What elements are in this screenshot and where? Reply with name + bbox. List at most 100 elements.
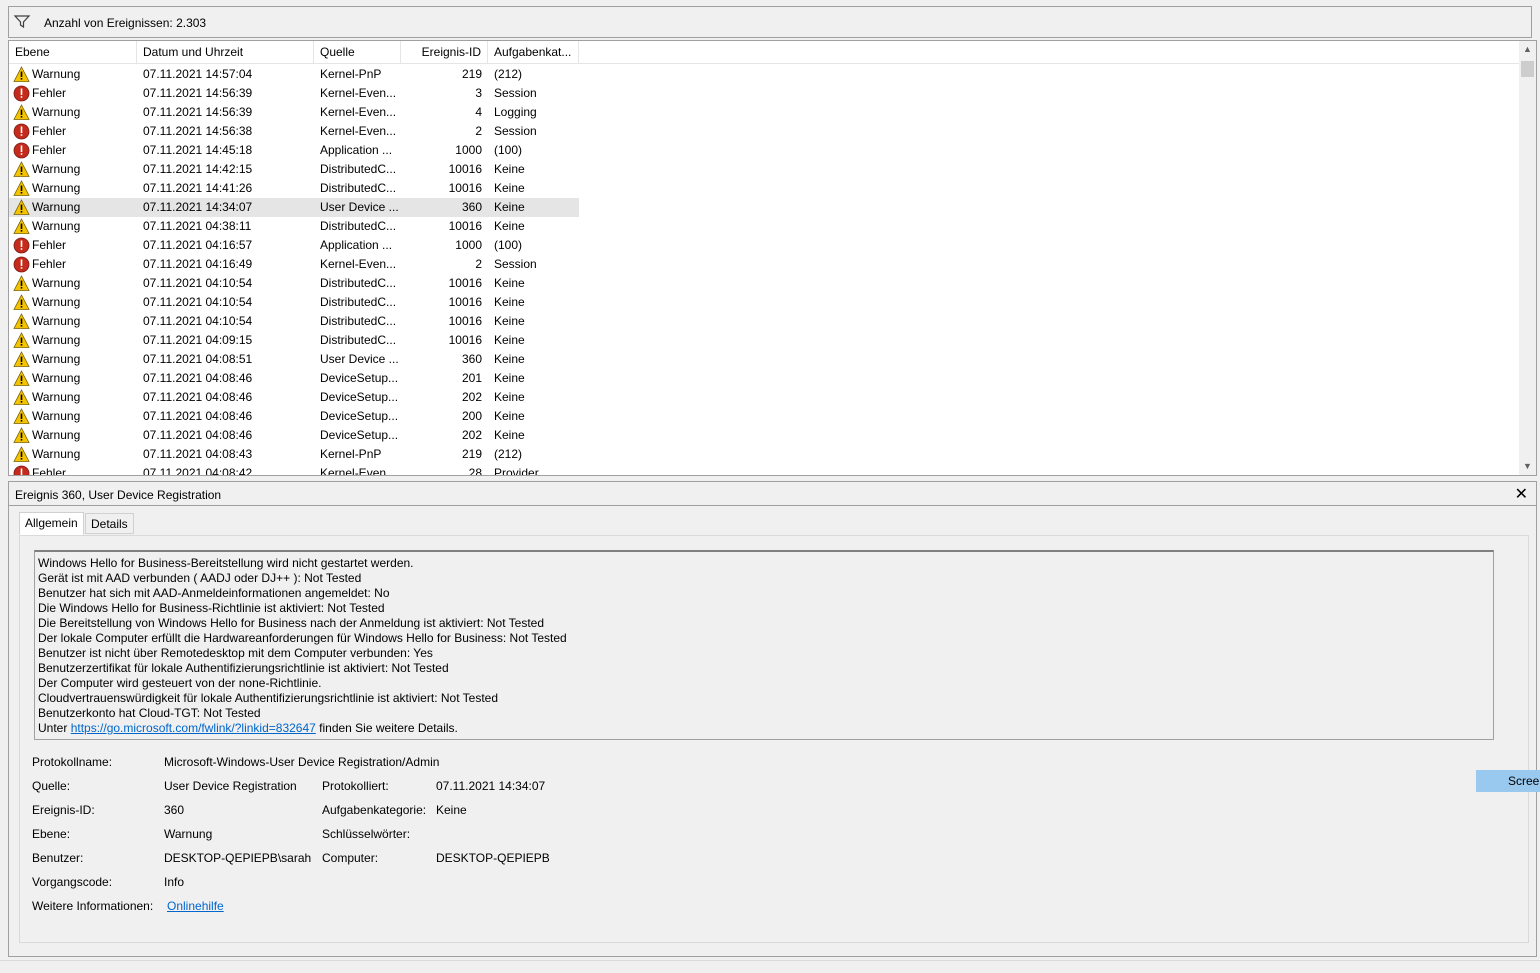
message-line: Cloudvertrauenswürdigkeit für lokale Aut… [38,691,499,705]
log-name-value: Microsoft-Windows-User Device Registrati… [164,755,440,769]
event-id: 360 [461,352,482,366]
detail-title: Ereignis 360, User Device Registration [15,488,222,502]
warning-icon [13,408,30,425]
message-line: Windows Hello for Business-Bereitstellun… [38,556,414,570]
error-icon [13,85,30,102]
event-id: 219 [461,67,482,81]
event-id: 360 [461,200,482,214]
event-task-category: Keine [494,371,525,385]
event-row[interactable]: Warnung 07.11.2021 04:08:46 DeviceSetup...… [9,426,579,445]
event-task-category: Keine [494,181,525,195]
filter-icon[interactable] [13,13,31,31]
error-icon [13,123,30,140]
event-row[interactable]: Warnung 07.11.2021 04:09:15 DistributedC..… [9,331,579,350]
warning-icon [13,180,30,197]
event-source: Application ... [320,143,393,157]
event-date: 07.11.2021 04:10:54 [143,295,253,309]
column-header: Ebene Datum und Uhrzeit Quelle Ereignis-… [9,41,1519,64]
event-row[interactable]: Warnung 07.11.2021 04:08:46 DeviceSetup...… [9,369,579,388]
event-date: 07.11.2021 14:56:39 [143,86,253,100]
event-source: DistributedC... [320,276,397,290]
event-date: 07.11.2021 04:08:51 [143,352,253,366]
event-task-category: Keine [494,314,525,328]
event-task-category: Session [494,257,537,271]
event-task-category: Keine [494,295,525,309]
event-task-category: Keine [494,333,525,347]
event-message[interactable]: Windows Hello for Business-Bereitstellun… [34,550,1494,740]
details-link[interactable]: https://go.microsoft.com/fwlink/?linkid=… [71,721,316,735]
event-source: Kernel-Even... [320,86,397,100]
event-level: Warnung [32,371,81,385]
event-row[interactable]: Warnung 07.11.2021 04:08:46 DeviceSetup...… [9,388,579,407]
opcode-label: Vorgangscode: [32,875,113,889]
event-row[interactable]: Warnung 07.11.2021 14:57:04 Kernel-PnP 219 (… [9,65,579,84]
event-id: 10016 [448,314,482,328]
event-row[interactable]: Warnung 07.11.2021 04:08:43 Kernel-PnP 219 (… [9,445,579,464]
event-row[interactable]: Fehler 07.11.2021 14:45:18 Application ...… [9,141,579,160]
event-source: DistributedC... [320,181,397,195]
event-task-category: Session [494,86,537,100]
column-task-category[interactable]: Aufgabenkat... [488,41,579,63]
opcode-value: Info [164,875,185,889]
event-row[interactable]: Fehler 07.11.2021 14:56:38 Kernel-Even... 2… [9,122,579,141]
online-help-link[interactable]: Onlinehilfe [167,899,224,913]
column-event-id[interactable]: Ereignis-ID [401,41,488,63]
event-id: 1000 [455,238,482,252]
event-id: 10016 [448,295,482,309]
tab-details[interactable]: Details [85,513,134,534]
event-row[interactable]: Warnung 07.11.2021 14:34:07 User Device ..… [9,198,579,217]
event-id: 10016 [448,181,482,195]
event-row[interactable]: Warnung 07.11.2021 14:42:15 DistributedC..… [9,160,579,179]
event-level: Warnung [32,276,81,290]
list-scrollbar[interactable]: ▲ ▼ [1519,41,1536,475]
general-tab-content: Windows Hello for Business-Bereitstellun… [19,535,1529,943]
source-value: User Device Registration [164,779,297,793]
event-source: User Device ... [320,200,399,214]
keywords-label: Schlüsselwörter: [322,827,411,841]
event-id: 200 [461,409,482,423]
event-source: Kernel-Even... [320,466,397,476]
event-count: Anzahl von Ereignissen: 2.303 [44,16,207,30]
event-task-category: Provider [494,466,539,476]
scrollbar-thumb[interactable] [1521,61,1534,77]
source-label: Quelle: [32,779,71,793]
event-row[interactable]: Warnung 07.11.2021 04:08:46 DeviceSetup...… [9,407,579,426]
event-task-category: Session [494,124,537,138]
event-level: Warnung [32,428,81,442]
scroll-down-icon[interactable]: ▼ [1519,458,1536,475]
event-source: Kernel-PnP [320,67,382,81]
event-task-category: Keine [494,390,525,404]
event-row[interactable]: Warnung 07.11.2021 14:41:26 DistributedC..… [9,179,579,198]
event-row[interactable]: Warnung 07.11.2021 04:10:54 DistributedC..… [9,274,579,293]
column-level[interactable]: Ebene [9,41,137,63]
event-id: 10016 [448,276,482,290]
tab-general[interactable]: Allgemein [19,512,84,535]
event-row[interactable]: Warnung 07.11.2021 04:10:54 DistributedC..… [9,293,579,312]
event-date: 07.11.2021 14:42:15 [143,162,253,176]
column-source[interactable]: Quelle [314,41,401,63]
user-value: DESKTOP-QEPIEPB\sarah [164,851,312,865]
event-row[interactable]: Warnung 07.11.2021 04:10:54 DistributedC..… [9,312,579,331]
close-icon[interactable]: ✕ [1515,484,1528,504]
event-row[interactable]: Fehler 07.11.2021 04:16:57 Application ...… [9,236,579,255]
event-row[interactable]: Warnung 07.11.2021 04:08:51 User Device ..… [9,350,579,369]
message-line: Benutzer hat sich mit AAD-Anmeldeinforma… [38,586,390,600]
event-level: Fehler [32,124,67,138]
event-row[interactable]: Fehler 07.11.2021 04:16:49 Kernel-Even... 2… [9,255,579,274]
column-date[interactable]: Datum und Uhrzeit [137,41,314,63]
event-source: DistributedC... [320,295,397,309]
message-line: Der Computer wird gesteuert von der none… [38,676,322,690]
status-bar [0,960,1540,973]
event-source: DistributedC... [320,314,397,328]
screen-tag[interactable]: Screer [1476,770,1540,792]
event-task-category: Keine [494,428,525,442]
event-level: Warnung [32,333,81,347]
event-level: Warnung [32,67,81,81]
event-row[interactable]: Fehler 07.11.2021 04:08:42 Kernel-Even... 2… [9,464,579,476]
event-source: DeviceSetup... [320,390,399,404]
event-row[interactable]: Warnung 07.11.2021 04:38:11 DistributedC..… [9,217,579,236]
log-name-label: Protokollname: [32,755,113,769]
scroll-up-icon[interactable]: ▲ [1519,41,1536,58]
event-row[interactable]: Fehler 07.11.2021 14:56:39 Kernel-Even... 3… [9,84,579,103]
event-row[interactable]: Warnung 07.11.2021 14:56:39 Kernel-Even...… [9,103,579,122]
